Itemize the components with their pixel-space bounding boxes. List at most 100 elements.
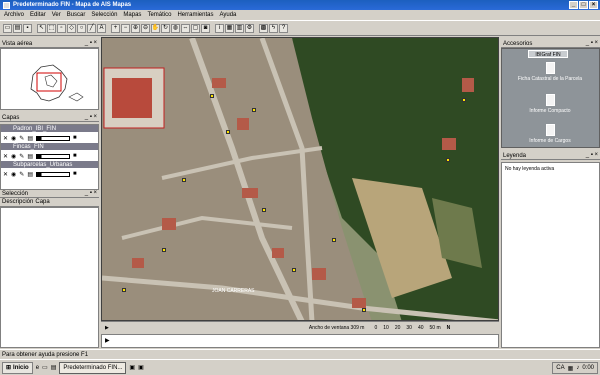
menu-ayuda[interactable]: Ayuda	[219, 12, 236, 18]
remove-layer-icon[interactable]: ✕	[3, 171, 8, 178]
layer-item[interactable]: Fincas_FIN ✕ ◉ ✎ ▤ ■	[1, 143, 98, 161]
parcel-marker[interactable]	[292, 268, 296, 272]
layer-name[interactable]: Padron_IBI_FIN	[1, 125, 98, 133]
transparency-bar[interactable]	[35, 171, 70, 177]
panel-controls[interactable]: _ ▪ ×	[85, 40, 97, 46]
visibility-icon[interactable]: ◉	[11, 171, 16, 178]
edit-layer-icon[interactable]: ✎	[19, 135, 24, 142]
refresh-icon[interactable]: ↻	[161, 23, 170, 33]
camera-icon[interactable]: ◙	[201, 23, 210, 33]
parcel-marker[interactable]	[462, 98, 466, 102]
accessory-item[interactable]: Ficha Catastral de la Parcela	[505, 62, 595, 82]
selection-list[interactable]	[0, 207, 99, 348]
info-icon[interactable]: i	[215, 23, 224, 33]
layer-properties-icon[interactable]: ▤	[27, 153, 33, 160]
zoom-in-icon[interactable]: +	[111, 23, 120, 33]
print-icon[interactable]: ▤	[13, 23, 22, 33]
parcel-marker[interactable]	[226, 130, 230, 134]
select-icon[interactable]: ⬚	[47, 23, 56, 33]
layer-color-icon[interactable]: ■	[73, 153, 77, 159]
taskbar-window[interactable]: Predeterminado FIN...	[59, 361, 127, 374]
remove-layer-icon[interactable]: ✕	[3, 153, 8, 160]
table-icon[interactable]: ▥	[235, 23, 244, 33]
edit-layer-icon[interactable]: ✎	[19, 171, 24, 178]
menu-archivo[interactable]: Archivo	[4, 12, 24, 18]
parcel-marker[interactable]	[362, 308, 366, 312]
minimize-button[interactable]: _	[569, 1, 578, 9]
thematic-icon[interactable]: ▦	[225, 23, 234, 33]
tooltip-icon[interactable]: ▢	[191, 23, 200, 33]
globe-icon[interactable]: ◍	[171, 23, 180, 33]
column-layer[interactable]: Capa	[35, 199, 49, 206]
menu-editar[interactable]: Editar	[30, 12, 46, 18]
menu-herramientas[interactable]: Herramientas	[177, 12, 213, 18]
panel-controls[interactable]: _ ▪ ×	[85, 190, 97, 196]
menu-seleccion[interactable]: Selección	[91, 12, 117, 18]
quicklaunch-ie-icon[interactable]: e	[36, 365, 39, 371]
layer-properties-icon[interactable]: ▤	[27, 171, 33, 178]
volume-icon[interactable]: ♪	[576, 365, 579, 371]
save-icon[interactable]: ▪	[23, 23, 32, 33]
accessory-item[interactable]: Informe de Cargos	[505, 124, 595, 144]
taskbar-extra-icon[interactable]: ▣	[138, 364, 144, 371]
grid-icon[interactable]: ▩	[259, 23, 268, 33]
parcel-marker[interactable]	[446, 158, 450, 162]
close-button[interactable]: ×	[589, 1, 598, 9]
parcel-marker[interactable]	[262, 208, 266, 212]
parcel-marker[interactable]	[210, 94, 214, 98]
zoom-out-icon[interactable]: −	[121, 23, 130, 33]
select-line-icon[interactable]: ╱	[87, 23, 96, 33]
zoom-previous-icon[interactable]: ⊖	[141, 23, 150, 33]
layer-name[interactable]: Subparcelas_Urbanas	[1, 161, 98, 169]
taskbar-extra-icon[interactable]: ▣	[129, 364, 135, 371]
transparency-bar[interactable]	[35, 153, 70, 159]
layer-settings-icon[interactable]: ⚙	[245, 23, 254, 33]
menu-ver[interactable]: Ver	[52, 12, 61, 18]
layer-item[interactable]: Subparcelas_Urbanas ✕ ◉ ✎ ▤ ■	[1, 161, 98, 179]
transparency-bar[interactable]	[35, 135, 70, 141]
play-icon[interactable]: ▶	[105, 337, 110, 344]
select-polygon-icon[interactable]: ◇	[67, 23, 76, 33]
layer-color-icon[interactable]: ■	[73, 135, 77, 141]
label-icon[interactable]: A	[97, 23, 106, 33]
parcel-marker[interactable]	[162, 248, 166, 252]
menu-tematico[interactable]: Temático	[147, 12, 171, 18]
select-rect-icon[interactable]: ▫	[57, 23, 66, 33]
parcel-marker[interactable]	[182, 178, 186, 182]
layer-properties-icon[interactable]: ▤	[27, 135, 33, 142]
layer-item[interactable]: Padron_IBI_FIN ✕ ◉ ✎ ▤ ■	[1, 125, 98, 143]
parcel-marker[interactable]	[332, 238, 336, 242]
pointer-icon[interactable]: ↖	[37, 23, 46, 33]
edit-layer-icon[interactable]: ✎	[19, 153, 24, 160]
quicklaunch-desktop-icon[interactable]: ▭	[42, 364, 48, 371]
select-circle-icon[interactable]: ○	[77, 23, 86, 33]
start-button[interactable]: ⊞ Inicio	[2, 361, 33, 374]
measure-icon[interactable]: ⇔	[181, 23, 190, 33]
language-indicator[interactable]: CA	[556, 365, 564, 371]
visibility-icon[interactable]: ◉	[11, 135, 16, 142]
overview-map[interactable]	[0, 48, 99, 110]
pan-icon[interactable]: ✋	[151, 23, 160, 33]
column-description[interactable]: Descripción	[2, 199, 33, 206]
panel-controls[interactable]: _ ▪ ×	[586, 40, 598, 46]
network-icon[interactable]: ▦	[568, 365, 574, 372]
quicklaunch-folder-icon[interactable]: ▤	[51, 364, 57, 371]
visibility-icon[interactable]: ◉	[11, 153, 16, 160]
layer-color-icon[interactable]: ■	[73, 171, 77, 177]
play-icon[interactable]: ▶	[105, 325, 109, 331]
remove-layer-icon[interactable]: ✕	[3, 135, 8, 142]
map-view[interactable]: JOAN CARRERAS	[101, 37, 499, 321]
lightning-icon[interactable]: ϟ	[269, 23, 278, 33]
parcel-marker[interactable]	[252, 108, 256, 112]
clock[interactable]: 0:00	[582, 365, 594, 371]
parcel-marker[interactable]	[122, 288, 126, 292]
zoom-window-icon[interactable]: ⊕	[131, 23, 140, 33]
accessory-item[interactable]: Informe Compacto	[505, 94, 595, 114]
menu-buscar[interactable]: Buscar	[67, 12, 86, 18]
panel-controls[interactable]: _ ▪ ×	[586, 152, 598, 158]
maximize-button[interactable]: □	[579, 1, 588, 9]
help-icon[interactable]: ?	[279, 23, 288, 33]
menu-mapas[interactable]: Mapas	[123, 12, 141, 18]
accessories-tab[interactable]: IBIGraf FIN	[528, 50, 568, 58]
layer-name[interactable]: Fincas_FIN	[1, 143, 98, 151]
